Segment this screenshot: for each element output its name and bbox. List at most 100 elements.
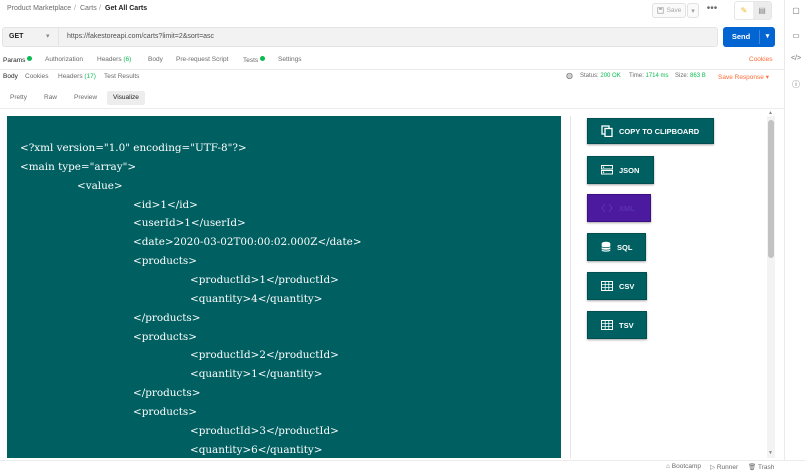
size-value: 863 B bbox=[690, 73, 706, 79]
response-headers-count: (17) bbox=[84, 73, 96, 80]
xml-line: <quantity>1</quantity> bbox=[190, 368, 323, 380]
scroll-up-icon[interactable]: ▲ bbox=[768, 110, 773, 116]
status-label: Status: bbox=[580, 73, 599, 79]
bootcamp-label: Bootcamp bbox=[671, 463, 702, 470]
breadcrumb-collection[interactable]: Product Marketplace bbox=[7, 5, 71, 12]
chevron-down-icon: ▾ bbox=[691, 7, 695, 15]
edit-toggle-group: ✎ ▤ bbox=[734, 1, 772, 20]
tab-body[interactable]: Body bbox=[148, 56, 163, 63]
cookies-link[interactable]: Cookies bbox=[749, 56, 772, 63]
view-tab-raw[interactable]: Raw bbox=[38, 91, 63, 105]
response-time: Time: 1714 ms bbox=[629, 73, 668, 79]
code-icon[interactable]: </> bbox=[790, 55, 802, 62]
response-tab-headers[interactable]: Headers (17) bbox=[58, 73, 96, 80]
tab-headers-label: Headers bbox=[97, 56, 122, 63]
scroll-down-icon[interactable]: ▼ bbox=[768, 450, 773, 456]
tab-params-label: Params bbox=[3, 57, 26, 64]
server-icon bbox=[601, 165, 613, 175]
url-input[interactable]: https://fakestoreapi.com/carts?limit=2&s… bbox=[58, 27, 718, 47]
table-icon bbox=[601, 281, 613, 291]
response-status: Status: 200 OK bbox=[580, 73, 621, 79]
csv-export-button[interactable]: CSV bbox=[587, 272, 647, 300]
trash-link[interactable]: 🗑 Trash bbox=[748, 463, 774, 471]
xml-line: <quantity>6</quantity> bbox=[190, 444, 323, 456]
bootcamp-icon: ⌂ bbox=[666, 463, 670, 470]
tab-headers[interactable]: Headers (6) bbox=[97, 56, 131, 63]
response-tab-body[interactable]: Body bbox=[3, 73, 18, 80]
tab-settings[interactable]: Settings bbox=[278, 56, 302, 63]
save-response-button[interactable]: Save Response ▾ bbox=[718, 73, 769, 81]
save-icon bbox=[656, 7, 664, 14]
xml-line: <id>1</id> bbox=[133, 199, 198, 211]
xml-output-pane: <?xml version="1.0" encoding="UTF-8"?> <… bbox=[7, 116, 561, 458]
size-label: Size: bbox=[675, 73, 689, 79]
divider bbox=[0, 108, 784, 109]
tsv-label: TSV bbox=[619, 320, 634, 330]
xml-export-button[interactable]: XML bbox=[587, 194, 651, 222]
send-label: Send bbox=[731, 32, 751, 41]
pane-divider bbox=[570, 116, 571, 458]
xml-line: <quantity>4</quantity> bbox=[190, 293, 323, 305]
code-icon bbox=[601, 203, 613, 213]
pencil-icon[interactable]: ✎ bbox=[735, 2, 753, 19]
xml-line: <main type="array"> bbox=[20, 161, 137, 173]
status-dot bbox=[27, 56, 33, 61]
xml-line: </products> bbox=[133, 387, 201, 399]
save-label: Save bbox=[666, 7, 682, 14]
copy-to-clipboard-button[interactable]: COPY TO CLIPBOARD bbox=[587, 118, 714, 144]
chevron-down-icon[interactable]: ▾ bbox=[760, 27, 775, 47]
info-icon[interactable]: ⓘ bbox=[790, 79, 802, 90]
breadcrumb-folder[interactable]: Carts bbox=[80, 5, 97, 12]
runner-link[interactable]: ▷ Runner bbox=[710, 463, 738, 471]
chevron-down-icon: ▾ bbox=[765, 74, 769, 81]
documentation-icon[interactable]: ▢ bbox=[790, 6, 802, 15]
xml-line: <products> bbox=[133, 406, 197, 418]
time-label: Time: bbox=[629, 73, 644, 79]
tab-tests-label: Tests bbox=[243, 57, 259, 64]
xml-line: <productId>3</productId> bbox=[190, 425, 339, 437]
chevron-down-icon: ▾ bbox=[46, 33, 50, 40]
status-value: 200 OK bbox=[600, 73, 621, 79]
save-button[interactable]: Save bbox=[652, 3, 686, 18]
view-tab-preview[interactable]: Preview bbox=[68, 91, 103, 105]
xml-line: <products> bbox=[133, 331, 197, 343]
response-headers-label: Headers bbox=[58, 73, 83, 80]
more-actions-button[interactable]: ••• bbox=[704, 3, 720, 18]
response-size: Size: 863 B bbox=[675, 73, 706, 79]
send-button[interactable]: Send ▾ bbox=[723, 27, 775, 47]
xml-label: XML bbox=[619, 203, 635, 213]
xml-line: <value> bbox=[77, 180, 123, 192]
csv-label: CSV bbox=[619, 281, 635, 291]
xml-line: <productId>2</productId> bbox=[190, 349, 339, 361]
json-export-button[interactable]: JSON bbox=[587, 156, 654, 184]
globe-icon[interactable]: ◍ bbox=[566, 71, 573, 80]
xml-line: <?xml version="1.0" encoding="UTF-8"?> bbox=[20, 142, 247, 154]
tab-params[interactable]: Params bbox=[3, 56, 33, 64]
response-tab-cookies[interactable]: Cookies bbox=[25, 73, 48, 80]
breadcrumb-request[interactable]: Get All Carts bbox=[105, 5, 147, 12]
xml-line: </products> bbox=[133, 312, 201, 324]
tsv-export-button[interactable]: TSV bbox=[587, 311, 647, 339]
scrollbar-thumb[interactable] bbox=[768, 120, 774, 258]
copy-icon bbox=[601, 125, 613, 137]
tab-tests[interactable]: Tests bbox=[243, 56, 266, 64]
database-icon bbox=[601, 241, 611, 252]
response-tab-test-results[interactable]: Test Results bbox=[104, 73, 139, 80]
view-tab-visualize[interactable]: Visualize bbox=[107, 91, 145, 105]
documentation-icon[interactable]: ▤ bbox=[753, 2, 771, 19]
tab-prerequest-script[interactable]: Pre-request Script bbox=[176, 56, 228, 63]
save-dropdown-button[interactable]: ▾ bbox=[687, 3, 699, 18]
breadcrumb-separator: / bbox=[74, 5, 76, 12]
sql-export-button[interactable]: SQL bbox=[587, 233, 646, 261]
tab-authorization[interactable]: Authorization bbox=[45, 56, 83, 63]
right-sidebar: ▢ ▭ </> ⓘ bbox=[784, 0, 806, 474]
xml-line: <productId>1</productId> bbox=[190, 274, 339, 286]
bootcamp-link[interactable]: ⌂ Bootcamp bbox=[666, 463, 701, 470]
xml-line: <products> bbox=[133, 255, 197, 267]
view-tab-pretty[interactable]: Pretty bbox=[4, 91, 33, 105]
breadcrumb-separator: / bbox=[99, 5, 101, 12]
xml-line: <userId>1</userId> bbox=[133, 217, 246, 229]
trash-label: Trash bbox=[757, 464, 775, 471]
comment-icon[interactable]: ▭ bbox=[790, 31, 802, 40]
runner-icon: ▷ bbox=[710, 464, 715, 471]
